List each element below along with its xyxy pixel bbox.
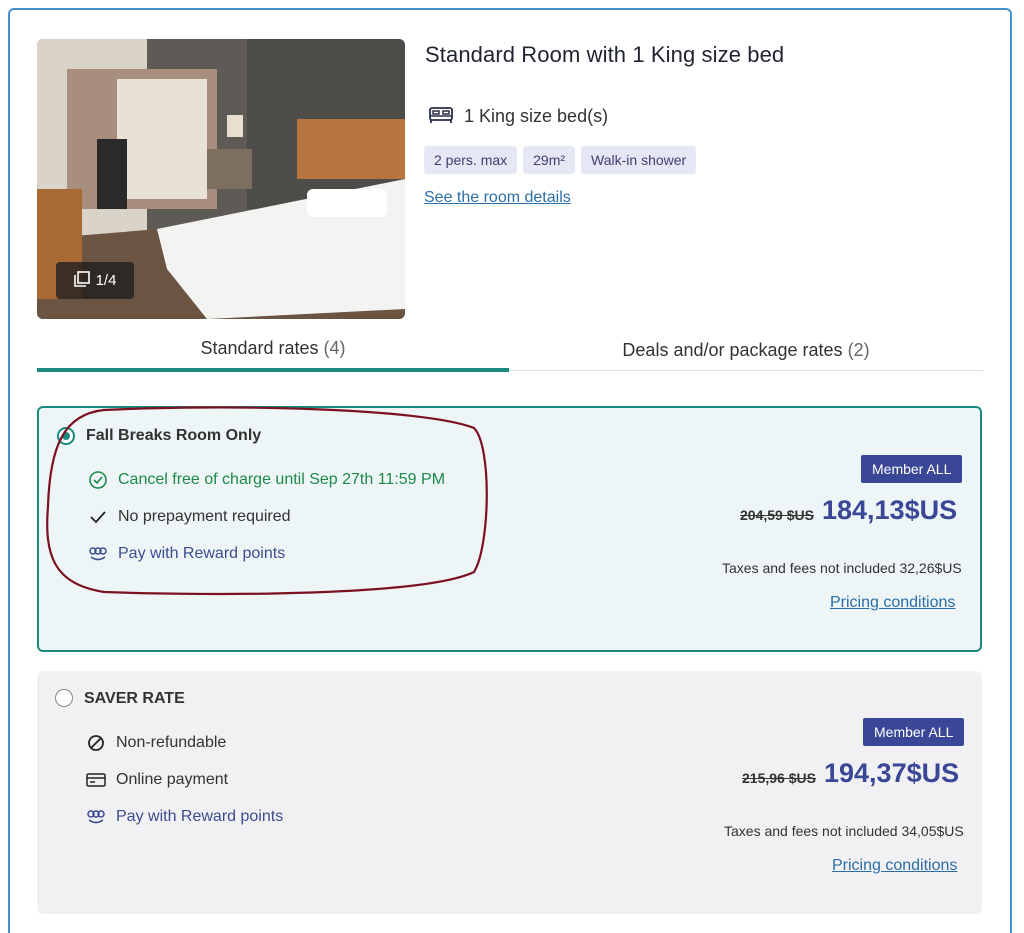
- current-price: 184,13$US: [822, 495, 958, 525]
- perk-label: Non-refundable: [116, 734, 227, 751]
- non-refundable-icon: [86, 733, 106, 753]
- check-icon: [88, 507, 108, 527]
- tab-standard-rates[interactable]: Standard rates (4): [37, 328, 509, 372]
- see-room-details-link[interactable]: See the room details: [424, 189, 571, 207]
- photo-counter[interactable]: 1/4: [56, 262, 134, 299]
- perk-label: Online payment: [116, 771, 229, 788]
- tab-deals-rates-label: Deals and/or package rates: [622, 340, 843, 360]
- rate-name: SAVER RATE: [84, 690, 185, 707]
- pricing-conditions-link[interactable]: Pricing conditions: [832, 857, 957, 875]
- photo-counter-label: 1/4: [95, 272, 117, 289]
- credit-card-icon: [86, 770, 106, 790]
- perk-no-prepayment: No prepayment required: [88, 507, 291, 527]
- tag-capacity: 2 pers. max: [424, 146, 518, 174]
- member-badge: Member ALL: [863, 718, 965, 746]
- perk-label: Cancel free of charge until Sep 27th 11:…: [118, 471, 446, 488]
- rate-name: Fall Breaks Room Only: [86, 427, 262, 444]
- bed-label: 1 King size bed(s): [464, 106, 609, 126]
- perk-reward-points: Pay with Reward points: [86, 807, 283, 827]
- perk-online-payment: Online payment: [86, 770, 228, 790]
- current-price: 194,37$US: [824, 758, 960, 788]
- perk-free-cancellation: Cancel free of charge until Sep 27th 11:…: [88, 470, 445, 490]
- reward-points-icon: [88, 544, 108, 564]
- reward-points-icon: [86, 807, 106, 827]
- gallery-icon: [73, 270, 90, 291]
- tab-standard-rates-label: Standard rates: [200, 338, 319, 358]
- rate-radio-saver[interactable]: [55, 689, 73, 707]
- tab-deals-rates-count: (2): [847, 340, 870, 360]
- perk-label: No prepayment required: [118, 508, 291, 525]
- rate-radio-fall-breaks[interactable]: [57, 427, 75, 445]
- room-title: Standard Room with 1 King size bed: [425, 42, 785, 67]
- pricing-conditions-link[interactable]: Pricing conditions: [830, 594, 955, 612]
- perk-reward-points: Pay with Reward points: [88, 544, 285, 564]
- tag-size: 29m²: [523, 146, 576, 174]
- perk-label: Pay with Reward points: [118, 545, 286, 562]
- perk-non-refundable: Non-refundable: [86, 733, 226, 753]
- bed-info: 1 King size bed(s): [428, 104, 608, 129]
- perk-label: Pay with Reward points: [116, 808, 284, 825]
- old-price: 204,59 $US: [740, 507, 814, 523]
- taxes-note: Taxes and fees not included 34,05$US: [724, 823, 964, 839]
- bed-icon: [428, 104, 454, 129]
- tag-shower: Walk-in shower: [581, 146, 697, 174]
- check-circle-icon: [88, 470, 108, 490]
- room-tags: 2 pers. max 29m² Walk-in shower: [424, 146, 697, 174]
- old-price: 215,96 $US: [742, 770, 816, 786]
- tab-deals-rates[interactable]: Deals and/or package rates (2): [509, 328, 983, 371]
- member-badge: Member ALL: [861, 455, 963, 483]
- tab-standard-rates-count: (4): [323, 338, 346, 358]
- taxes-note: Taxes and fees not included 32,26$US: [722, 560, 962, 576]
